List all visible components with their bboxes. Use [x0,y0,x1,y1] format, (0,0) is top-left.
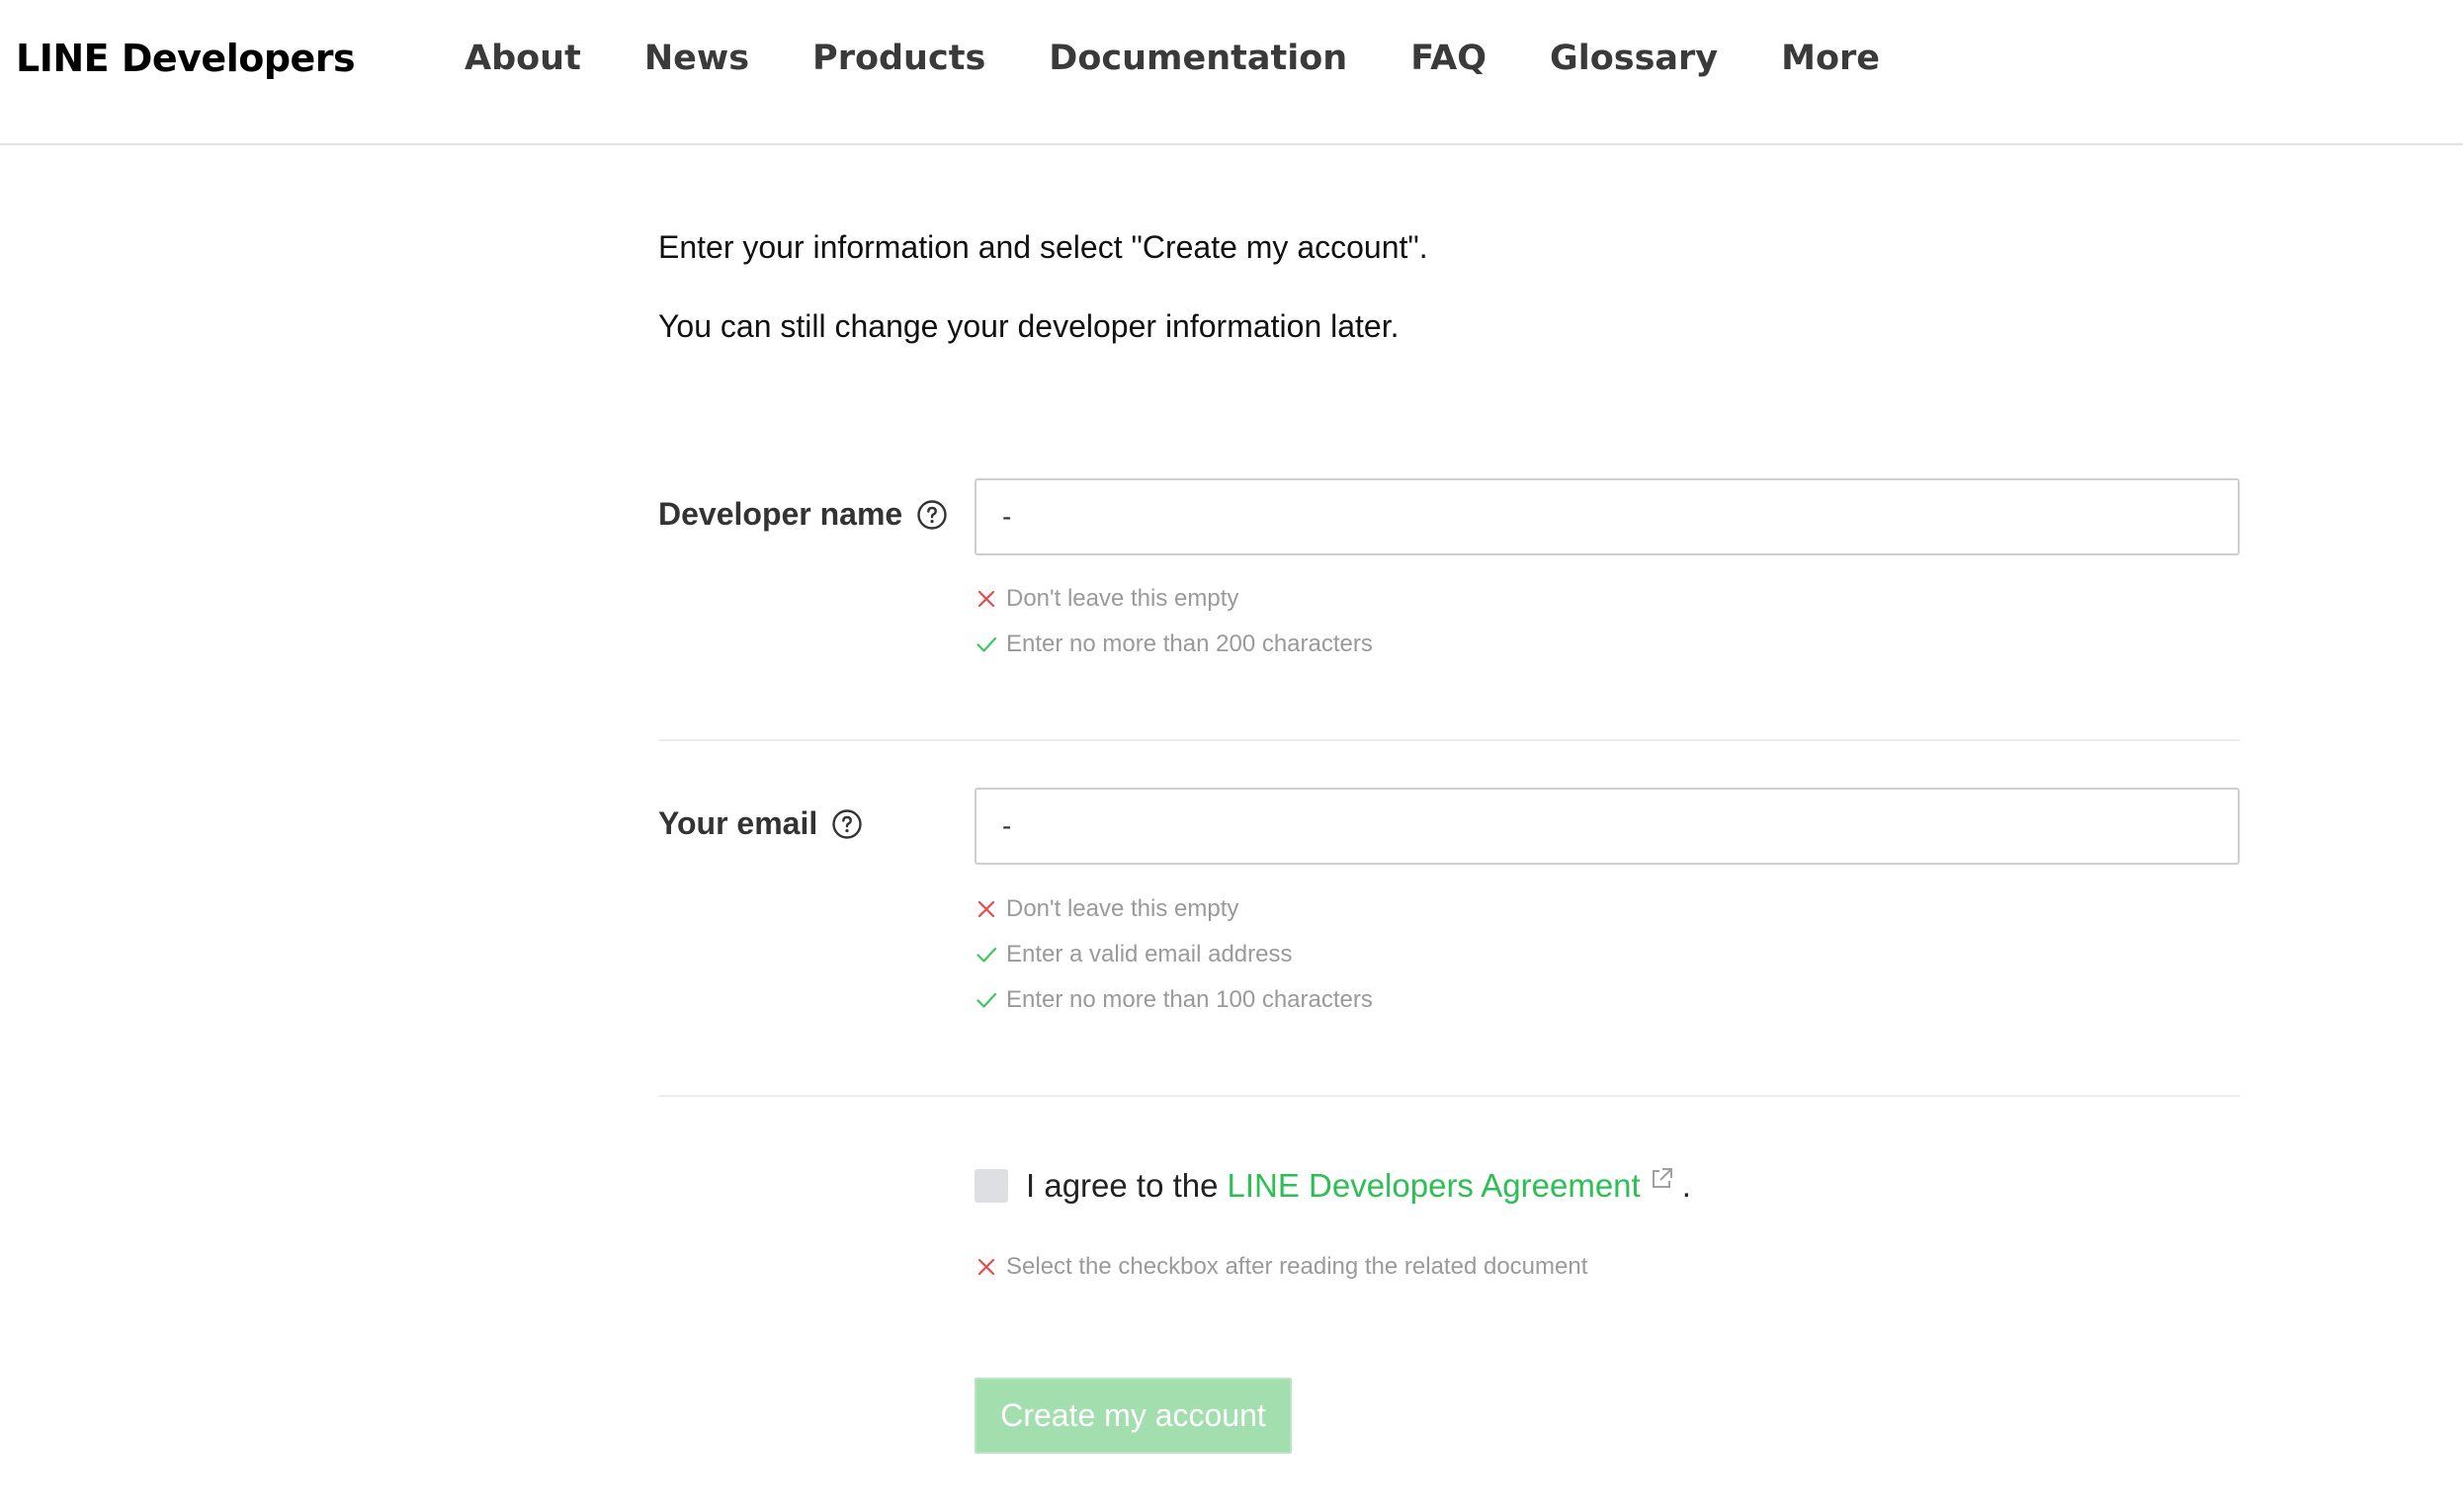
main-nav: About News Products Documentation FAQ Gl… [465,33,1943,84]
check-mark-icon [977,636,997,652]
agreement-row: I agree to the LINE Developers Agreement… [975,1160,1691,1212]
x-mark-icon [977,590,995,608]
agreement-rule: Select the checkbox after reading the re… [975,1253,1587,1281]
email-label: Your email [658,805,863,842]
email-input[interactable] [975,788,2240,865]
developer-name-rule-length: Enter no more than 200 characters [975,630,1373,658]
nav-more[interactable]: More [1781,39,1880,78]
x-mark-icon [977,900,995,918]
check-mark-icon [977,947,997,963]
nav-faq[interactable]: FAQ [1410,39,1486,78]
email-rule-length: Enter no more than 100 characters [975,986,1373,1014]
intro-text-line2: You can still change your developer info… [658,308,1400,344]
agreement-prefix: I agree to the [1026,1167,1219,1204]
rule-text: Enter no more than 200 characters [1006,630,1373,657]
section-divider [658,1095,2240,1097]
question-circle-icon[interactable] [831,808,863,840]
rule-text: Select the checkbox after reading the re… [1006,1253,1588,1280]
email-label-text: Your email [658,805,818,841]
external-link-icon[interactable] [1649,1166,1674,1192]
question-circle-icon[interactable] [916,499,948,531]
rule-text: Enter a valid email address [1006,941,1293,967]
developer-name-input[interactable] [975,478,2240,555]
email-rule-empty: Don't leave this empty [975,895,1238,923]
rule-text: Don't leave this empty [1006,585,1239,612]
developer-name-label: Developer name [658,496,948,533]
rule-text: Don't leave this empty [1006,895,1239,922]
nav-about[interactable]: About [465,39,581,78]
check-mark-icon [977,992,997,1008]
developer-name-rule-empty: Don't leave this empty [975,585,1238,613]
nav-products[interactable]: Products [812,39,985,78]
rule-text: Enter no more than 100 characters [1006,986,1373,1013]
top-navigation-bar: LINE Developers About News Products Docu… [0,0,2463,145]
nav-glossary[interactable]: Glossary [1550,39,1718,78]
section-divider [658,739,2240,741]
nav-news[interactable]: News [644,39,749,78]
agreement-checkbox[interactable] [975,1169,1008,1203]
x-mark-icon [977,1258,995,1276]
developer-name-label-text: Developer name [658,496,903,532]
intro-text-line1: Enter your information and select "Creat… [658,229,1428,265]
agreement-link[interactable]: LINE Developers Agreement [1227,1167,1640,1205]
nav-documentation[interactable]: Documentation [1049,39,1347,78]
agreement-suffix: . [1681,1167,1691,1204]
brand-logo[interactable]: LINE Developers [16,33,356,84]
create-account-button[interactable]: Create my account [975,1378,1292,1454]
email-rule-valid: Enter a valid email address [975,941,1292,968]
